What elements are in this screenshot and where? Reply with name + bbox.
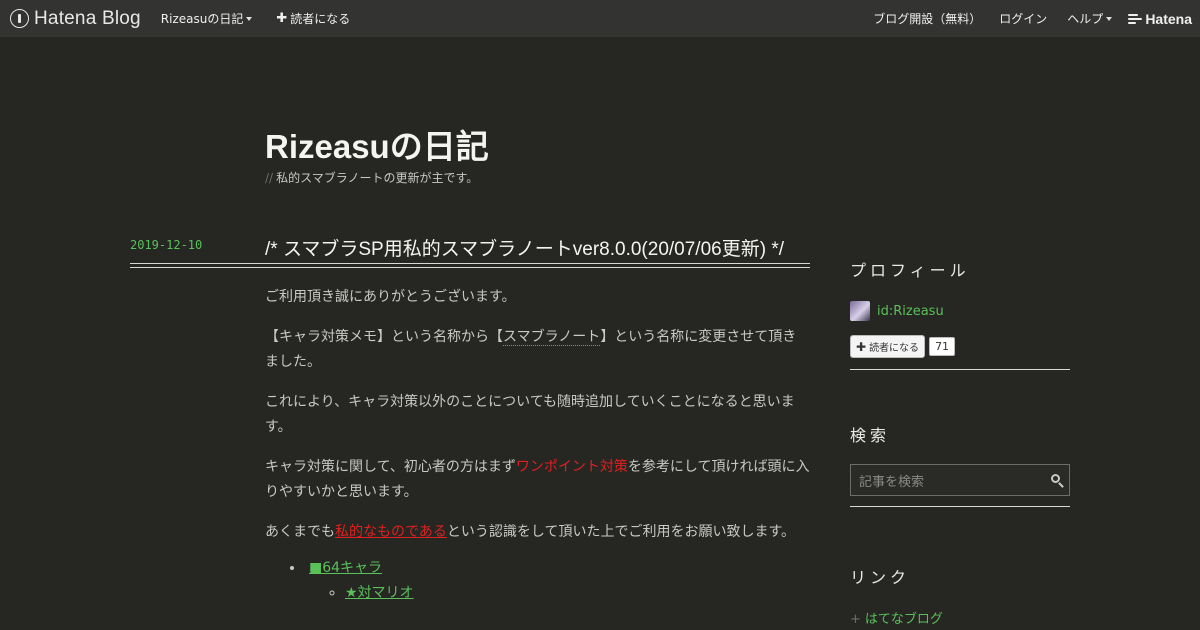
divider [850, 369, 1070, 370]
text-span: という認識をして頂いた上でご利用をお願い致します。 [446, 524, 796, 540]
emphasis-text: ワンポイント対策 [515, 459, 628, 475]
links-module: リンク + はてなブログ [850, 564, 1070, 627]
login-link[interactable]: ログイン [999, 10, 1047, 27]
list-item: ★対マリオ [345, 581, 810, 606]
text-span: あくまでも [265, 524, 335, 540]
paragraph: これにより、キャラ対策以外のことについても随時追加していくことになると思います。 [265, 394, 795, 435]
search-placeholder: 記事を検索 [859, 474, 925, 490]
link-hatena-blog[interactable]: はてなブログ [865, 612, 943, 627]
chevron-down-icon [246, 16, 253, 21]
blog-menu[interactable]: Rizeasuの日記 [161, 10, 253, 27]
search-input[interactable]: 記事を検索 [850, 464, 1070, 496]
subscriber-count: 71 [929, 337, 956, 356]
entry-date[interactable]: 2019-12-10 [130, 238, 202, 252]
search-heading: 検索 [850, 426, 891, 445]
hatena-logo-text: Hatena [1145, 10, 1192, 27]
description-prefix: // [265, 171, 274, 185]
toc-sublist: ★対マリオ [305, 581, 810, 606]
paragraph: キャラ対策に関して、初心者の方はまずワンポイント対策を参考にして頂ければ頭に入り… [265, 455, 810, 505]
profile-heading: プロフィール [850, 261, 970, 280]
text-span: 【キャラ対策メモ】という名称から【 [265, 329, 503, 345]
open-blog-label: ブログ開設（無料） [873, 12, 982, 26]
hatena-logo[interactable]: Hatena [1128, 11, 1192, 27]
open-blog-link[interactable]: ブログ開設（無料） [873, 10, 981, 27]
toc-link-64[interactable]: ■64キャラ [309, 560, 382, 576]
blog-menu-label: Rizeasuの日記 [160, 12, 244, 26]
plus-icon: ✚ [856, 339, 867, 354]
paragraph: ご利用頂き誠にありがとうございます。 [265, 289, 516, 305]
toc-link-mario[interactable]: ★対マリオ [345, 585, 414, 601]
text-span: キャラ対策に関して、初心者の方はまず [265, 459, 516, 475]
emphasis-underlined-text: 私的なものである [335, 524, 447, 540]
link-item: + はてなブログ [850, 608, 1070, 627]
subscribe-widget: ✚ 読者になる 71 [850, 335, 1070, 358]
subscribe-button[interactable]: ✚ 読者になる [850, 335, 926, 358]
help-label: ヘルプ [1067, 12, 1104, 26]
divider [850, 506, 1070, 507]
blog-title[interactable]: Rizeasuの日記 [265, 120, 489, 168]
paragraph: あくまでも私的なものであるという認識をして頂いた上でご利用をお願い致します。 [265, 520, 810, 545]
login-label: ログイン [999, 12, 1048, 26]
global-header: Hatena Blog Rizeasuの日記 ✚ 読者になる ブログ開設（無料）… [0, 0, 1200, 37]
profile-module: プロフィール id:Rizeasu ✚ 読者になる 71 [850, 257, 1070, 370]
subscribe-button-label: 読者になる [869, 343, 920, 354]
hatena-blog-logo[interactable]: Hatena Blog [10, 8, 141, 30]
help-menu[interactable]: ヘルプ [1067, 10, 1113, 27]
blog-description: //私的スマブラノートの更新が主です。 [265, 169, 478, 186]
search-module: 検索 記事を検索 [850, 422, 1070, 507]
logo-text: Hatena Blog [34, 7, 141, 29]
subscribe-label: 読者になる [290, 12, 351, 26]
list-item: ■64キャラ ★対マリオ [305, 556, 810, 606]
plus-icon: ✚ [276, 11, 288, 26]
entry-title-divider [130, 263, 810, 268]
subscribe-link[interactable]: ✚ 読者になる [276, 10, 350, 27]
entry-body: ご利用頂き誠にありがとうございます。 【キャラ対策メモ】という名称から【スマブラ… [265, 285, 810, 606]
paragraph: 【キャラ対策メモ】という名称から【スマブラノート】という名称に変更させて頂きまし… [265, 325, 810, 375]
chevron-down-icon [1106, 16, 1113, 21]
profile-row: id:Rizeasu [850, 301, 1070, 321]
toc-list: ■64キャラ ★対マリオ [265, 556, 810, 606]
profile-id-link[interactable]: id:Rizeasu [877, 304, 944, 319]
pen-logo-icon [10, 9, 29, 28]
hatena-lines-icon [1128, 12, 1143, 26]
link-plus: + [850, 612, 861, 627]
keyword-link[interactable]: スマブラノート [503, 329, 601, 346]
search-icon[interactable] [1051, 474, 1064, 488]
avatar[interactable] [850, 301, 870, 321]
description-text: 私的スマブラノートの更新が主です。 [276, 171, 479, 185]
links-heading: リンク [850, 568, 911, 587]
entry-title[interactable]: /* スマブラSP用私的スマブラノートver8.0.0(20/07/06更新) … [265, 234, 784, 261]
